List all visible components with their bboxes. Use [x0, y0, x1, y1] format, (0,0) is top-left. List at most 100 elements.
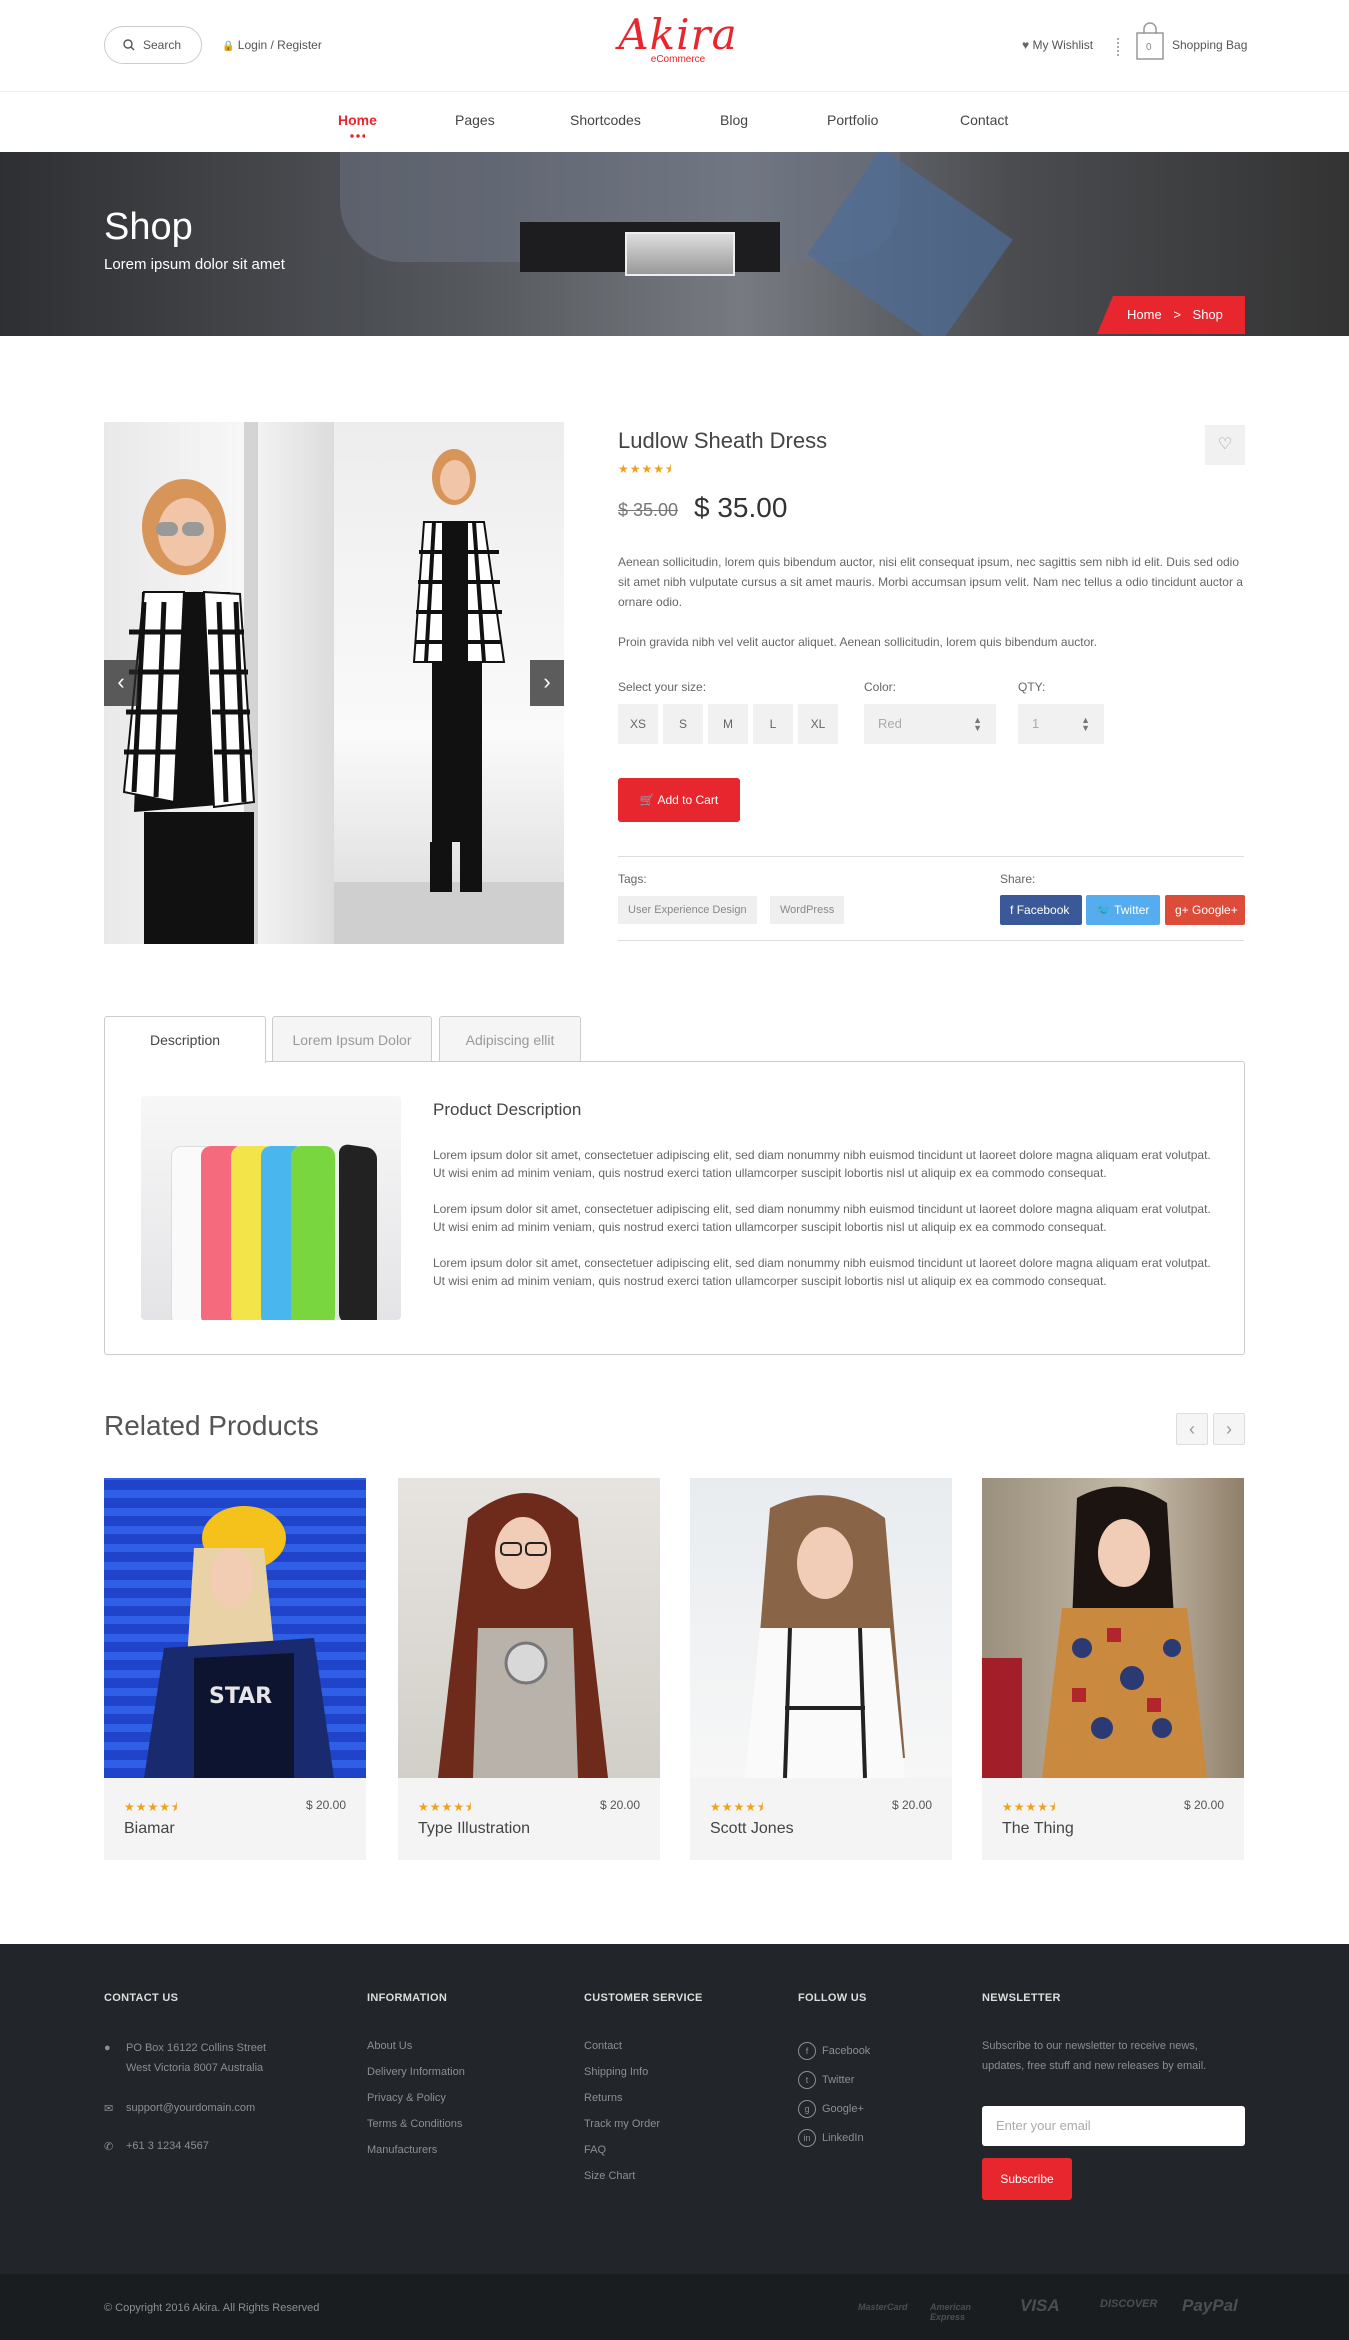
product-card-name[interactable]: Type Illustration — [418, 1820, 530, 1838]
subscribe-button[interactable]: Subscribe — [982, 2158, 1072, 2200]
footer-link[interactable]: Manufacturers — [367, 2144, 437, 2156]
product-gallery[interactable]: ‹ › — [104, 422, 564, 944]
logo[interactable]: Akira eCommerce — [618, 14, 738, 74]
share-facebook-label: Facebook — [1016, 903, 1070, 917]
footer-social-facebook[interactable]: f Facebook — [798, 2042, 870, 2060]
size-label: Select your size: — [618, 680, 707, 694]
footer-social-twitter[interactable]: t Twitter — [798, 2071, 854, 2089]
search-button[interactable]: Search — [104, 26, 202, 64]
chevron-right-icon: › — [543, 669, 551, 694]
share-google-button[interactable]: g+ Google+ — [1165, 895, 1245, 925]
product-card[interactable]: ★★★★⯨ $ 20.00 Scott Jones — [690, 1478, 952, 1860]
current-price: $ 35.00 — [694, 492, 788, 523]
product-card-name[interactable]: Scott Jones — [710, 1820, 794, 1838]
product-card-name[interactable]: Biamar — [124, 1820, 175, 1838]
product-description-paragraph: Lorem ipsum dolor sit amet, consectetuer… — [433, 1148, 1211, 1180]
nav-contact[interactable]: Contact — [960, 112, 1008, 128]
product-card-rating: ★★★★⯨ — [418, 1800, 473, 1814]
gallery-next-button[interactable]: › — [530, 660, 564, 706]
login-register-link[interactable]: 🔒 Login / Register — [222, 38, 322, 52]
share-facebook-button[interactable]: f Facebook — [1000, 895, 1082, 925]
product-description-1: Aenean sollicitudin, lorem quis bibendum… — [618, 555, 1243, 609]
add-to-cart-button[interactable]: 🛒 Add to Cart — [618, 778, 740, 822]
add-to-wishlist-button[interactable]: ♡ — [1205, 425, 1245, 465]
nav-home[interactable]: Home — [338, 112, 377, 128]
product-card-price: $ 20.00 — [305, 1798, 346, 1812]
color-select[interactable]: Red ▲ ▼ — [864, 704, 996, 744]
nav-portfolio[interactable]: Portfolio — [827, 112, 878, 128]
footer-social-label: Facebook — [822, 2044, 871, 2057]
shopping-bag-label[interactable]: Shopping Bag — [1172, 38, 1247, 52]
tag-ux-design[interactable]: User Experience Design — [618, 896, 757, 924]
search-icon — [123, 39, 135, 51]
amex-icon: American Express — [930, 2302, 972, 2322]
share-label: Share: — [1000, 872, 1036, 886]
product-card[interactable]: ★★★★⯨ $ 20.00 The Thing — [982, 1478, 1244, 1860]
related-prev-button[interactable]: ‹ — [1176, 1413, 1208, 1445]
size-option-s[interactable]: S — [663, 704, 703, 744]
footer-link[interactable]: Delivery Information — [367, 2066, 465, 2078]
product-description-paragraph: Lorem ipsum dolor sit amet, consectetuer… — [433, 1256, 1211, 1288]
nav-pages[interactable]: Pages — [455, 112, 495, 128]
footer-link[interactable]: Track my Order — [584, 2118, 660, 2130]
share-twitter-button[interactable]: 🐦 Twitter — [1086, 895, 1160, 925]
footer-link[interactable]: About Us — [367, 2040, 412, 2052]
qty-label: QTY: — [1018, 680, 1046, 694]
breadcrumb-home[interactable]: Home — [1127, 307, 1162, 322]
footer-link[interactable]: Shipping Info — [584, 2066, 648, 2078]
footer-social-label: Google+ — [822, 2102, 864, 2115]
location-icon: ● — [104, 2042, 111, 2054]
wishlist-label: My Wishlist — [1032, 38, 1094, 52]
paypal-icon: PayPal — [1182, 2296, 1238, 2315]
mastercard-icon: MasterCard — [858, 2302, 908, 2312]
nav-blog[interactable]: Blog — [720, 112, 748, 128]
product-card-image: STAR — [104, 1478, 366, 1778]
shopping-bag-icon[interactable]: 0 — [1135, 22, 1165, 60]
related-products-title: Related Products — [104, 1410, 319, 1441]
size-option-l[interactable]: L — [753, 704, 793, 744]
chevron-left-icon: ‹ — [1189, 1419, 1195, 1439]
color-label: Color: — [864, 680, 897, 694]
qty-select[interactable]: 1 ▲ ▼ — [1018, 704, 1104, 744]
footer-link[interactable]: Terms & Conditions — [367, 2118, 462, 2130]
footer-bottom-bar: © Copyright 2016 Akira. All Rights Reser… — [0, 2274, 1349, 2340]
product-card[interactable]: ★★★★⯨ $ 20.00 Type Illustration — [398, 1478, 660, 1860]
gallery-prev-button[interactable]: ‹ — [104, 660, 138, 706]
nav-shortcodes[interactable]: Shortcodes — [570, 112, 641, 128]
sort-icon: ▲ ▼ — [973, 715, 982, 733]
svg-text:STAR: STAR — [209, 1684, 272, 1709]
lock-icon: 🔒 — [222, 41, 235, 52]
footer-link[interactable]: Returns — [584, 2092, 623, 2104]
wishlist-link[interactable]: ♥ My Wishlist — [1022, 38, 1093, 52]
product-card[interactable]: STAR ★★★★⯨ $ 20.00 Biamar — [104, 1478, 366, 1860]
phone-icon: ✆ — [104, 2141, 114, 2153]
product-description-paragraph: Lorem ipsum dolor sit amet, consectetuer… — [433, 1202, 1211, 1234]
product-rating: ★★★★⯨ — [618, 462, 673, 476]
share-twitter-label: Twitter — [1114, 903, 1150, 917]
product-description-image — [141, 1096, 401, 1320]
footer-social-linkedin[interactable]: in LinkedIn — [798, 2129, 864, 2147]
tag-wordpress[interactable]: WordPress — [770, 896, 845, 924]
size-option-m[interactable]: M — [708, 704, 748, 744]
product-card-name[interactable]: The Thing — [1002, 1820, 1074, 1838]
chevron-left-icon: ‹ — [117, 669, 125, 694]
footer-link[interactable]: Privacy & Policy — [367, 2092, 446, 2104]
footer-heading-information: INFORMATION — [367, 1992, 448, 2004]
nav-active-indicator — [349, 134, 365, 138]
tab-adipiscing-ellit[interactable]: Adipiscing ellit — [439, 1016, 581, 1062]
footer-email[interactable]: support@yourdomain.com — [126, 2102, 255, 2114]
tab-description[interactable]: Description — [104, 1016, 266, 1063]
breadcrumb-current: Shop — [1192, 307, 1223, 322]
share-google-label: Google+ — [1192, 903, 1238, 917]
related-next-button[interactable]: › — [1213, 1413, 1245, 1445]
tab-lorem-ipsum-dolor[interactable]: Lorem Ipsum Dolor — [272, 1016, 432, 1062]
newsletter-email-input[interactable]: Enter your email — [982, 2106, 1245, 2146]
product-card-price: $ 20.00 — [1183, 1798, 1224, 1812]
footer-social-google[interactable]: g Google+ — [798, 2100, 864, 2118]
footer-link[interactable]: Contact — [584, 2040, 622, 2052]
footer-link[interactable]: FAQ — [584, 2144, 606, 2156]
footer-heading-customer-service: CUSTOMER SERVICE — [584, 1992, 703, 2004]
footer-link[interactable]: Size Chart — [584, 2170, 635, 2182]
size-option-xl[interactable]: XL — [798, 704, 838, 744]
size-option-xs[interactable]: XS — [618, 704, 658, 744]
